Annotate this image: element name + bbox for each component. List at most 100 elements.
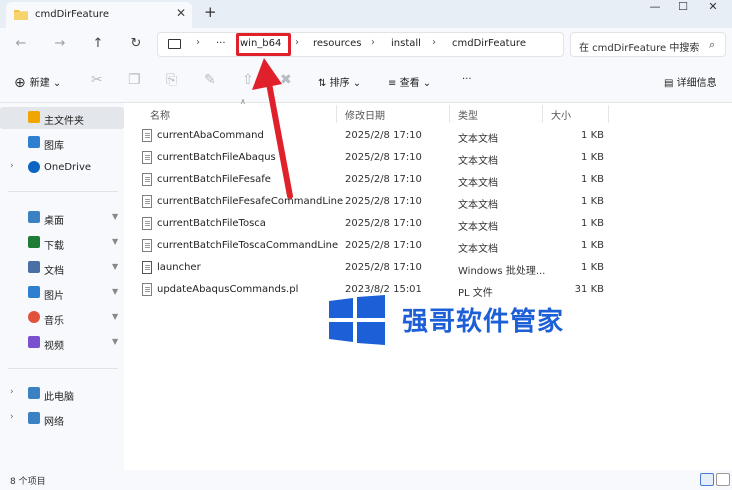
details-button[interactable]: ▤ 详细信息 xyxy=(664,74,717,89)
more-button[interactable]: ··· xyxy=(462,74,472,85)
forward-icon[interactable]: → xyxy=(51,36,69,51)
sidebar-item-onedrive[interactable]: › OneDrive xyxy=(0,157,124,179)
file-list: ∧ 名称 修改日期 类型 大小 currentAbaCommand 2025/2… xyxy=(124,97,732,470)
sidebar-item-label: 主文件夹 xyxy=(44,116,84,127)
sort-button[interactable]: ⇅ 排序 ⌄ xyxy=(318,74,361,89)
sidebar-item-label: 桌面 xyxy=(44,216,64,227)
watermark-text: 强哥软件管家 xyxy=(402,307,565,337)
breadcrumb-cmddirfeature[interactable]: cmdDirFeature xyxy=(452,38,526,49)
new-button[interactable]: ⊕ 新建 ⌄ xyxy=(14,74,61,91)
breadcrumb-resources[interactable]: resources xyxy=(313,38,361,49)
desktop-icon xyxy=(28,211,40,223)
sidebar-item-this-pc[interactable]: › 此电脑 xyxy=(0,383,124,405)
file-size: 1 KB xyxy=(581,240,604,251)
column-header-type[interactable]: 类型 xyxy=(458,107,478,122)
column-header-size[interactable]: 大小 xyxy=(551,107,571,122)
pin-icon: ▼ xyxy=(112,262,119,271)
status-bar: 8 个项目 xyxy=(0,470,732,490)
column-header-name[interactable]: 名称 xyxy=(150,107,170,122)
cloud-icon xyxy=(28,161,40,173)
sidebar-item-videos[interactable]: 视频 ▼ xyxy=(0,332,124,354)
breadcrumb-install[interactable]: install xyxy=(391,38,421,49)
sidebar-item-label: OneDrive xyxy=(44,162,92,173)
sidebar-item-label: 下载 xyxy=(44,241,64,252)
column-divider[interactable] xyxy=(542,105,543,123)
file-row[interactable]: currentBatchFileFesafe 2025/2/8 17:10 文本… xyxy=(124,169,732,191)
column-header-date[interactable]: 修改日期 xyxy=(345,107,385,122)
file-row[interactable]: currentBatchFileFesafeCommandLine 2025/2… xyxy=(124,191,732,213)
document-icon xyxy=(28,261,40,273)
cut-icon[interactable]: ✂ xyxy=(91,72,103,88)
file-row[interactable]: currentBatchFileAbaqus 2025/2/8 17:10 文本… xyxy=(124,147,732,169)
file-type: 文本文档 xyxy=(458,134,498,145)
search-box[interactable]: 在 cmdDirFeature 中搜索 ⌕ xyxy=(570,32,726,57)
close-tab-icon[interactable]: ✕ xyxy=(176,6,186,20)
sidebar-item-documents[interactable]: 文档 ▼ xyxy=(0,257,124,279)
file-row[interactable]: updateAbaqusCommands.pl 2023/8/2 15:01 P… xyxy=(124,279,732,301)
file-type: 文本文档 xyxy=(458,178,498,189)
chevron-right-icon[interactable]: › xyxy=(10,412,14,422)
details-pane-icon: ▤ xyxy=(664,78,674,89)
file-date: 2025/2/8 17:10 xyxy=(345,174,422,185)
copy-icon[interactable]: ❐ xyxy=(128,72,141,88)
file-row[interactable]: currentBatchFileToscaCommandLine 2025/2/… xyxy=(124,235,732,257)
pin-icon: ▼ xyxy=(112,237,119,246)
search-icon[interactable]: ⌕ xyxy=(709,38,715,52)
paste-icon[interactable]: ⎘ xyxy=(166,72,177,88)
chevron-right-icon[interactable]: › xyxy=(10,161,14,171)
column-divider[interactable] xyxy=(608,105,609,123)
file-date: 2025/2/8 17:10 xyxy=(345,196,422,207)
new-tab-button[interactable]: + xyxy=(204,3,217,21)
sidebar-item-downloads[interactable]: 下载 ▼ xyxy=(0,232,124,254)
tab-cmddirfeature[interactable]: cmdDirFeature ✕ xyxy=(6,2,192,28)
sidebar-item-music[interactable]: 音乐 ▼ xyxy=(0,307,124,329)
sidebar-item-gallery[interactable]: 图库 xyxy=(0,132,124,154)
file-row[interactable]: currentAbaCommand 2025/2/8 17:10 文本文档 1 … xyxy=(124,125,732,147)
sidebar-item-label: 图库 xyxy=(44,141,64,152)
refresh-icon[interactable]: ↻ xyxy=(127,36,145,51)
chevron-right-icon: › xyxy=(371,37,375,48)
view-button[interactable]: ≡ 查看 ⌄ xyxy=(388,74,431,89)
network-icon xyxy=(28,412,40,424)
column-divider[interactable] xyxy=(336,105,337,123)
tiles-view-icon[interactable] xyxy=(716,473,730,486)
sidebar-item-pictures[interactable]: 图片 ▼ xyxy=(0,282,124,304)
file-type: Windows 批处理... xyxy=(458,266,546,277)
windows-logo-icon xyxy=(329,295,385,345)
file-row[interactable]: currentBatchFileTosca 2025/2/8 17:10 文本文… xyxy=(124,213,732,235)
file-size: 1 KB xyxy=(581,130,604,141)
sidebar-item-home[interactable]: 主文件夹 xyxy=(0,107,124,129)
column-divider[interactable] xyxy=(449,105,450,123)
download-icon xyxy=(28,236,40,248)
plus-icon: ⊕ xyxy=(14,75,26,91)
computer-icon xyxy=(168,39,181,49)
minimize-button[interactable]: — xyxy=(640,0,670,14)
tab-title: cmdDirFeature xyxy=(35,9,109,20)
close-window-button[interactable]: ✕ xyxy=(698,0,728,14)
file-type: 文本文档 xyxy=(458,222,498,233)
text-file-icon xyxy=(142,239,152,252)
search-placeholder: 在 cmdDirFeature 中搜索 xyxy=(579,43,700,54)
back-icon[interactable]: ← xyxy=(12,36,30,51)
file-size: 1 KB xyxy=(581,174,604,185)
computer-icon xyxy=(28,387,40,399)
address-overflow[interactable]: ··· xyxy=(216,38,226,49)
chevron-right-icon[interactable]: › xyxy=(10,387,14,397)
sidebar-item-desktop[interactable]: 桌面 ▼ xyxy=(0,207,124,229)
sidebar-item-label: 图片 xyxy=(44,291,64,302)
maximize-button[interactable]: ☐ xyxy=(668,0,698,14)
sort-ascending-icon: ∧ xyxy=(240,97,246,106)
sidebar-item-label: 文档 xyxy=(44,266,64,277)
rename-icon[interactable]: ✎ xyxy=(204,72,216,88)
sidebar-item-network[interactable]: › 网络 xyxy=(0,408,124,430)
file-size: 1 KB xyxy=(581,152,604,163)
up-icon[interactable]: ↑ xyxy=(89,36,107,51)
file-date: 2025/2/8 17:10 xyxy=(345,262,422,273)
details-view-icon[interactable] xyxy=(700,473,714,486)
address-bar[interactable]: › ··· win_b64 › resources › install › cm… xyxy=(157,32,564,57)
file-type: 文本文档 xyxy=(458,200,498,211)
file-date: 2025/2/8 17:10 xyxy=(345,152,422,163)
file-row[interactable]: launcher 2025/2/8 17:10 Windows 批处理... 1… xyxy=(124,257,732,279)
sidebar-item-label: 网络 xyxy=(44,417,64,428)
pin-icon: ▼ xyxy=(112,287,119,296)
